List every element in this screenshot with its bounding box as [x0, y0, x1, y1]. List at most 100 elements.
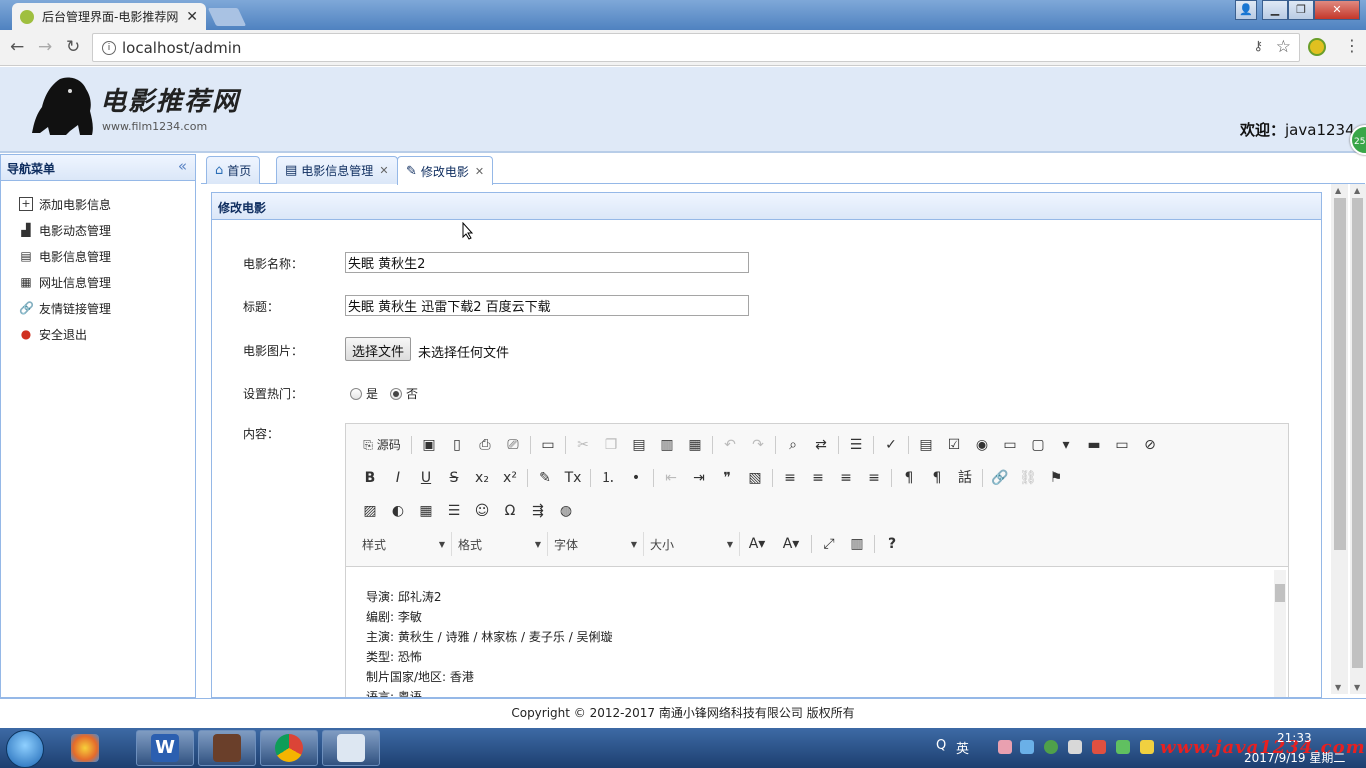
- language-indicator[interactable]: 英: [956, 738, 969, 757]
- iframe-globe-icon[interactable]: ◍: [552, 499, 580, 523]
- editor-scrollbar[interactable]: [1274, 570, 1286, 697]
- profile-button[interactable]: 👤: [1235, 0, 1257, 20]
- nav-item-links[interactable]: 🔗 友情链接管理: [1, 295, 195, 321]
- menu-icon[interactable]: ⋮: [1344, 36, 1360, 55]
- form-icon[interactable]: ▤: [912, 433, 940, 457]
- textfield-icon[interactable]: ▭: [996, 433, 1024, 457]
- save-icon[interactable]: ▣: [415, 433, 443, 457]
- clock-date[interactable]: 2017/9/19 星期二: [1244, 749, 1345, 766]
- title-input[interactable]: [345, 295, 749, 316]
- browser-tab[interactable]: 后台管理界面-电影推荐网 ✕: [12, 3, 206, 30]
- paste-icon[interactable]: ▤: [625, 433, 653, 457]
- taskbar-app-palette[interactable]: [56, 730, 114, 766]
- taskbar-app-ide[interactable]: [198, 730, 256, 766]
- horizontal-line-icon[interactable]: ☰: [440, 499, 468, 523]
- radio-selected-icon[interactable]: [390, 387, 402, 400]
- nav-item-movie-news[interactable]: ▟ 电影动态管理: [1, 217, 195, 243]
- templates-icon[interactable]: ▭: [534, 433, 562, 457]
- hidden-field-icon[interactable]: ⊘: [1136, 433, 1164, 457]
- size-combo[interactable]: 大小 ▼: [644, 532, 740, 556]
- subscript-icon[interactable]: x₂: [468, 466, 496, 490]
- close-tab-icon[interactable]: ✕: [186, 9, 198, 25]
- textarea-icon[interactable]: ▢: [1024, 433, 1052, 457]
- ltr-icon[interactable]: ¶: [895, 466, 923, 490]
- print-icon[interactable]: ⎚: [499, 433, 527, 457]
- font-combo[interactable]: 字体 ▼: [548, 532, 644, 556]
- ime-indicator[interactable]: Q: [936, 738, 946, 753]
- justify-icon[interactable]: ≡: [860, 466, 888, 490]
- new-tab-button[interactable]: [207, 8, 247, 26]
- start-button[interactable]: [6, 730, 44, 768]
- minimize-button[interactable]: ▁: [1262, 0, 1288, 20]
- blockquote-icon[interactable]: ❞: [713, 466, 741, 490]
- numbered-list-icon[interactable]: ⒈: [594, 466, 622, 490]
- align-center-icon[interactable]: ≡: [804, 466, 832, 490]
- align-left-icon[interactable]: ≡: [776, 466, 804, 490]
- nav-item-url-info[interactable]: ▦ 网址信息管理: [1, 269, 195, 295]
- scroll-down-icon[interactable]: ▼: [1335, 683, 1341, 692]
- redo-icon[interactable]: ↷: [744, 433, 772, 457]
- radio-button-icon[interactable]: ◉: [968, 433, 996, 457]
- preview-icon[interactable]: ⎙: [471, 433, 499, 457]
- style-combo[interactable]: 样式 ▼: [356, 532, 452, 556]
- align-right-icon[interactable]: ≡: [832, 466, 860, 490]
- panel-scrollbar-thumb[interactable]: [1334, 198, 1346, 550]
- anchor-flag-icon[interactable]: ⚑: [1042, 466, 1070, 490]
- taskbar-app-chrome[interactable]: [260, 730, 318, 766]
- key-icon[interactable]: ⚷: [1253, 39, 1263, 54]
- tray-network-icon[interactable]: [1068, 740, 1082, 754]
- scroll-down-icon[interactable]: ▼: [1354, 683, 1360, 692]
- forward-arrow-icon[interactable]: →: [38, 37, 52, 57]
- remove-format-icon[interactable]: Tx: [559, 466, 587, 490]
- language-icon[interactable]: 話: [951, 466, 979, 490]
- extension-icon[interactable]: [1308, 38, 1326, 56]
- movie-name-input[interactable]: [345, 252, 749, 273]
- reload-icon[interactable]: ↻: [66, 37, 80, 57]
- paste-text-icon[interactable]: ▥: [653, 433, 681, 457]
- paste-word-icon[interactable]: ▦: [681, 433, 709, 457]
- collapse-icon[interactable]: «: [178, 157, 187, 175]
- link-icon[interactable]: 🔗: [986, 466, 1014, 490]
- unlink-icon[interactable]: ⛓: [1014, 466, 1042, 490]
- tray-shield-icon[interactable]: [1140, 740, 1154, 754]
- nav-item-movie-info[interactable]: ▤ 电影信息管理: [1, 243, 195, 269]
- flash-icon[interactable]: ◐: [384, 499, 412, 523]
- format-combo[interactable]: 格式 ▼: [452, 532, 548, 556]
- new-page-icon[interactable]: ▯: [443, 433, 471, 457]
- page-scrollbar-thumb[interactable]: [1352, 198, 1363, 668]
- copy-format-icon[interactable]: ✎: [531, 466, 559, 490]
- table-icon[interactable]: ▦: [412, 499, 440, 523]
- cut-icon[interactable]: ✂: [569, 433, 597, 457]
- smiley-icon[interactable]: ☺: [468, 499, 496, 523]
- div-icon[interactable]: ▧: [741, 466, 769, 490]
- copy-icon[interactable]: ❐: [597, 433, 625, 457]
- replace-icon[interactable]: ⇄: [807, 433, 835, 457]
- indent-icon[interactable]: ⇥: [685, 466, 713, 490]
- find-icon[interactable]: ⌕: [779, 433, 807, 457]
- scroll-up-icon[interactable]: ▲: [1335, 186, 1341, 195]
- bold-icon[interactable]: B: [356, 466, 384, 490]
- undo-icon[interactable]: ↶: [716, 433, 744, 457]
- strike-icon[interactable]: S: [440, 466, 468, 490]
- tab-home[interactable]: ⌂ 首页: [206, 156, 261, 184]
- taskbar-app-word[interactable]: W: [136, 730, 194, 766]
- back-arrow-icon[interactable]: ←: [10, 37, 24, 57]
- maximize-icon[interactable]: ⤢: [815, 532, 843, 556]
- image-icon[interactable]: ▨: [356, 499, 384, 523]
- bulleted-list-icon[interactable]: •: [622, 466, 650, 490]
- hot-no-radio[interactable]: 否: [390, 385, 418, 402]
- button-icon[interactable]: ▬: [1080, 433, 1108, 457]
- help-icon[interactable]: ?: [878, 532, 906, 556]
- panel-scrollbar[interactable]: ▲ ▼: [1331, 184, 1348, 694]
- close-icon[interactable]: ✕: [475, 165, 484, 178]
- choose-file-button[interactable]: 选择文件: [345, 337, 412, 361]
- close-window-button[interactable]: ✕: [1314, 0, 1360, 20]
- select-all-icon[interactable]: ☰: [842, 433, 870, 457]
- image-button-icon[interactable]: ▭: [1108, 433, 1136, 457]
- page-scrollbar[interactable]: ▲ ▼: [1350, 184, 1366, 694]
- editor-scrollbar-thumb[interactable]: [1275, 584, 1285, 602]
- select-icon[interactable]: ▾: [1052, 433, 1080, 457]
- show-blocks-icon[interactable]: ▥: [843, 532, 871, 556]
- tray-globe-icon[interactable]: [1044, 740, 1058, 754]
- tray-cube-icon[interactable]: [1020, 740, 1034, 754]
